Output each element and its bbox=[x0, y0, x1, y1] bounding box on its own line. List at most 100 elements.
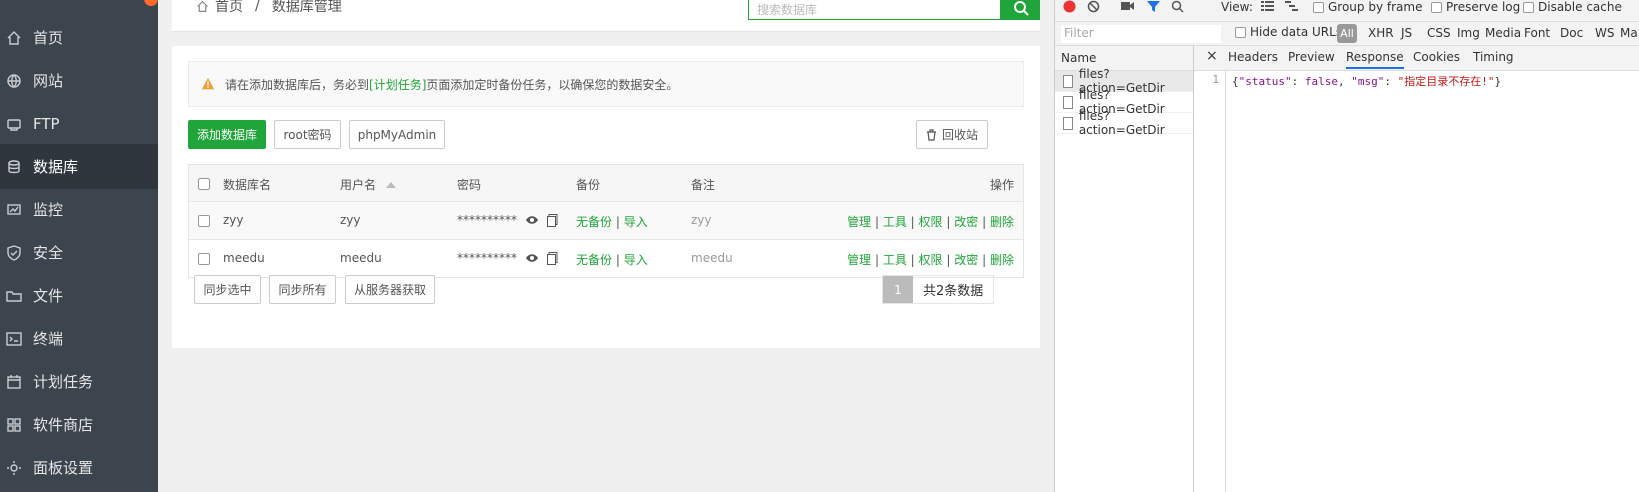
type-filter-css[interactable]: CSS bbox=[1427, 26, 1451, 40]
breadcrumb-home[interactable]: 首页 bbox=[215, 0, 243, 16]
tool-link[interactable]: 工具 bbox=[883, 215, 907, 229]
disable-cache-option[interactable]: Disable cache bbox=[1523, 0, 1622, 14]
database-panel: 请在添加数据库后，务必到 [计划任务] 页面添加定时备份任务，以确保您的数据安全。 … bbox=[172, 46, 1040, 348]
sidebar-item-9[interactable]: 软件商店 bbox=[0, 402, 158, 447]
sync-selected-button[interactable]: 同步选中 bbox=[194, 275, 261, 304]
alert-text-after: 页面添加定时备份任务，以确保您的数据安全。 bbox=[426, 77, 679, 92]
tab-timing[interactable]: Timing bbox=[1473, 50, 1514, 64]
type-filter-js[interactable]: JS bbox=[1401, 26, 1412, 40]
backup-link[interactable]: 无备份 bbox=[576, 253, 612, 267]
sidebar-item-1[interactable]: 网站 bbox=[0, 58, 158, 103]
change-password-link[interactable]: 改密 bbox=[954, 215, 978, 229]
hide-data-urls-checkbox[interactable] bbox=[1235, 26, 1246, 38]
row-checkbox[interactable] bbox=[198, 215, 210, 227]
phpmyadmin-button[interactable]: phpMyAdmin bbox=[349, 120, 445, 149]
eye-icon[interactable] bbox=[525, 253, 539, 263]
search-button[interactable] bbox=[1001, 0, 1040, 20]
sidebar-item-6[interactable]: 文件 bbox=[0, 273, 158, 318]
col-password: 密码 bbox=[457, 178, 482, 192]
select-all-checkbox[interactable] bbox=[198, 178, 210, 190]
type-filter-ma[interactable]: Ma bbox=[1620, 26, 1638, 40]
search-icon bbox=[1171, 0, 1184, 13]
large-rows-button[interactable] bbox=[1261, 1, 1274, 12]
capture-screenshots-button[interactable] bbox=[1121, 0, 1135, 11]
sidebar-item-4[interactable]: 监控 bbox=[0, 187, 158, 232]
sidebar-item-5[interactable]: 安全 bbox=[0, 230, 158, 275]
clear-button[interactable] bbox=[1087, 0, 1100, 13]
change-password-link[interactable]: 改密 bbox=[954, 253, 978, 267]
filter-input[interactable]: Filter bbox=[1061, 25, 1221, 43]
type-filter-xhr[interactable]: XHR bbox=[1368, 26, 1394, 40]
waterfall-button[interactable] bbox=[1285, 1, 1298, 12]
add-database-button[interactable]: 添加数据库 bbox=[188, 120, 266, 149]
group-by-frame-checkbox[interactable] bbox=[1313, 1, 1324, 13]
sidebar-item-10[interactable]: 面板设置 bbox=[0, 445, 158, 490]
col-user[interactable]: 用户名 bbox=[340, 176, 396, 193]
copy-icon[interactable] bbox=[547, 251, 558, 265]
type-filter-doc[interactable]: Doc bbox=[1560, 26, 1583, 40]
eye-icon[interactable] bbox=[525, 215, 539, 225]
manage-link[interactable]: 管理 bbox=[847, 215, 871, 229]
delete-link[interactable]: 删除 bbox=[990, 215, 1014, 229]
tab-response[interactable]: Response bbox=[1346, 50, 1404, 69]
permission-link[interactable]: 权限 bbox=[919, 253, 943, 267]
type-filter-font[interactable]: Font bbox=[1524, 26, 1550, 40]
copy-icon[interactable] bbox=[547, 213, 558, 227]
preserve-log-option[interactable]: Preserve log bbox=[1431, 0, 1520, 14]
fetch-from-server-button[interactable]: 从服务器获取 bbox=[345, 275, 435, 304]
permission-link[interactable]: 权限 bbox=[919, 215, 943, 229]
col-name[interactable]: 数据库名 bbox=[223, 176, 271, 193]
devtools-filter-bar: Filter Hide data URLs All XHR JS CSS Img Med… bbox=[1055, 22, 1639, 46]
password-cell: ********** bbox=[457, 251, 558, 265]
record-button[interactable] bbox=[1063, 0, 1076, 13]
root-password-button[interactable]: root密码 bbox=[274, 120, 341, 149]
request-row[interactable]: files?action=GetDir bbox=[1055, 109, 1193, 137]
sidebar-item-3[interactable]: 数据库 bbox=[0, 144, 158, 189]
close-details-button[interactable]: × bbox=[1206, 48, 1218, 64]
filter-toggle-button[interactable] bbox=[1147, 0, 1160, 13]
db-note[interactable]: zyy bbox=[691, 213, 712, 227]
separator: | bbox=[910, 215, 915, 229]
sidebar-item-2[interactable]: FTP bbox=[0, 101, 158, 146]
sidebar-item-label: 终端 bbox=[33, 330, 64, 348]
group-by-frame-label: Group by frame bbox=[1328, 0, 1423, 14]
cron-task-link[interactable]: [计划任务] bbox=[369, 76, 426, 93]
type-filter-img[interactable]: Img bbox=[1457, 26, 1480, 40]
sync-all-button[interactable]: 同步所有 bbox=[269, 275, 336, 304]
type-filter-ws[interactable]: WS bbox=[1595, 26, 1614, 40]
password-cell: ********** bbox=[457, 213, 558, 227]
search-network-button[interactable] bbox=[1171, 0, 1184, 13]
page-number[interactable]: 1 bbox=[883, 276, 913, 303]
search-input[interactable]: 搜索数据库 bbox=[748, 0, 1001, 20]
import-link[interactable]: 导入 bbox=[624, 215, 648, 229]
row-checkbox[interactable] bbox=[198, 253, 210, 265]
type-filter-media[interactable]: Media bbox=[1485, 26, 1521, 40]
sidebar-item-7[interactable]: 终端 bbox=[0, 316, 158, 361]
trash-icon bbox=[926, 128, 936, 141]
sidebar-item-8[interactable]: 计划任务 bbox=[0, 359, 158, 404]
tab-headers[interactable]: Headers bbox=[1228, 50, 1278, 64]
tool-link[interactable]: 工具 bbox=[883, 253, 907, 267]
type-filter-all[interactable]: All bbox=[1337, 24, 1357, 43]
hide-data-urls-option[interactable]: Hide data URLs bbox=[1235, 25, 1342, 39]
preserve-log-checkbox[interactable] bbox=[1431, 1, 1442, 13]
tab-cookies[interactable]: Cookies bbox=[1413, 50, 1460, 64]
backup-alert: 请在添加数据库后，务必到 [计划任务] 页面添加定时备份任务，以确保您的数据安全。 bbox=[188, 61, 1024, 107]
json-value-msg: "指定目录不存在!" bbox=[1397, 75, 1495, 88]
tab-preview[interactable]: Preview bbox=[1288, 50, 1335, 64]
backup-link[interactable]: 无备份 bbox=[576, 215, 612, 229]
manage-link[interactable]: 管理 bbox=[847, 253, 871, 267]
sidebar-item-label: FTP bbox=[33, 114, 60, 133]
db-note[interactable]: meedu bbox=[691, 251, 733, 265]
recycle-bin-button[interactable]: 回收站 bbox=[916, 120, 988, 149]
sidebar-item-label: 首页 bbox=[33, 29, 64, 47]
group-by-frame-option[interactable]: Group by frame bbox=[1313, 0, 1422, 14]
import-link[interactable]: 导入 bbox=[624, 253, 648, 267]
sidebar-item-0[interactable]: 首页 bbox=[0, 15, 158, 60]
delete-link[interactable]: 删除 bbox=[990, 253, 1014, 267]
table-row: zyy zyy ********** 无备份 | 导入 zyy 管理 | 工具 | 权限 … bbox=[188, 202, 1024, 240]
json-colon-2: : bbox=[1384, 75, 1398, 88]
disable-cache-checkbox[interactable] bbox=[1523, 1, 1534, 13]
line-number: 1 bbox=[1194, 71, 1226, 492]
funnel-icon bbox=[1147, 1, 1160, 12]
